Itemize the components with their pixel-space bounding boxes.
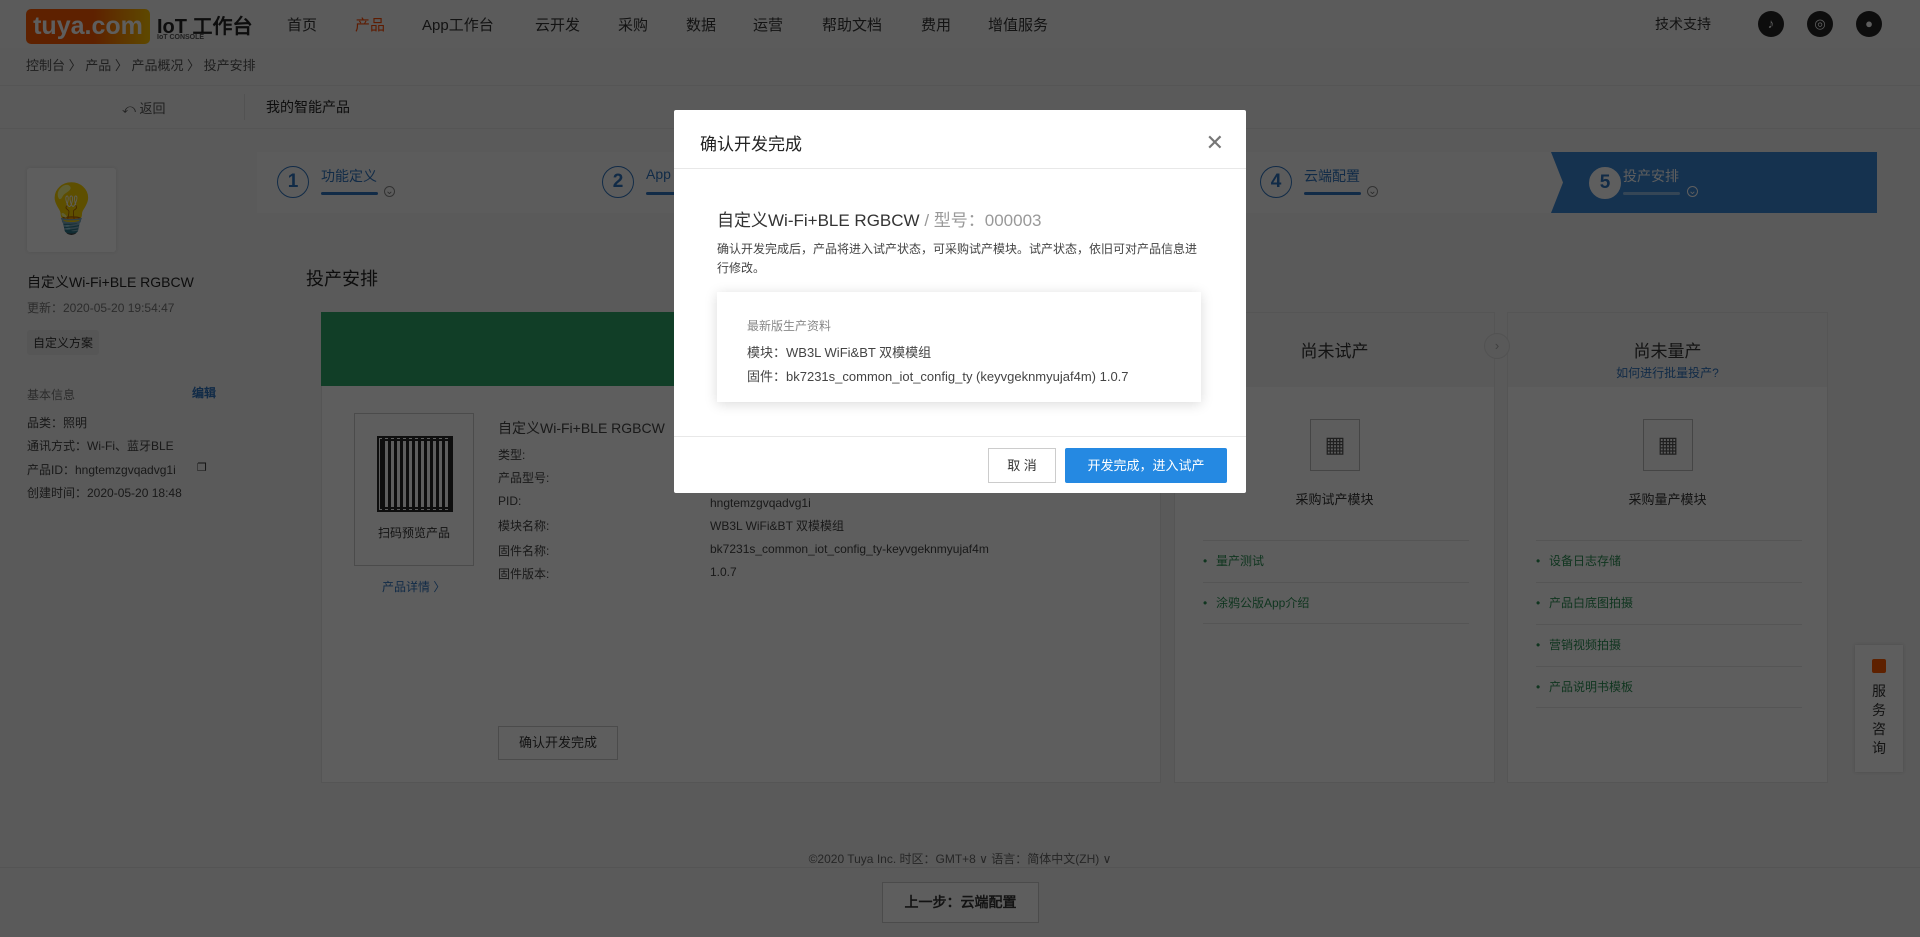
- step-label: 投产安排: [1623, 168, 1679, 184]
- step-number: 4: [1260, 166, 1292, 198]
- info-label: PID:: [498, 494, 522, 508]
- edit-link[interactable]: 编辑: [192, 384, 216, 401]
- product-image-bulb-icon: 💡: [27, 168, 116, 252]
- confirm-dev-complete-button[interactable]: 确认开发完成: [498, 726, 618, 760]
- planet-icon[interactable]: ◎: [1807, 11, 1833, 37]
- updated-time: 更新：2020-05-20 19:54:47: [27, 301, 175, 315]
- card-header: 尚未量产如何进行批量投产?: [1508, 313, 1827, 387]
- nav-fees[interactable]: 费用: [921, 14, 951, 35]
- step-progress: [1304, 192, 1361, 195]
- list-item[interactable]: 产品说明书模板: [1536, 666, 1802, 708]
- mass-production-card: 尚未量产如何进行批量投产? ▦ 采购量产模块 设备日志存储 产品白底图拍摄 营销…: [1507, 312, 1828, 783]
- qr-preview: 扫码预览产品: [354, 413, 474, 566]
- nav-purchase[interactable]: 采购: [618, 14, 648, 35]
- my-products-title: 我的智能产品: [266, 99, 350, 115]
- list-item[interactable]: 产品白底图拍摄: [1536, 582, 1802, 624]
- step-label: 功能定义: [321, 168, 377, 184]
- info-title: 最新版生产资料: [747, 319, 832, 333]
- step-number: 1: [277, 166, 309, 198]
- step-5-active[interactable]: 5 投产安排 ⌄: [1551, 152, 1877, 213]
- nav-product[interactable]: 产品: [355, 14, 385, 35]
- tuya-logo[interactable]: tuya.com: [26, 9, 150, 44]
- nav-app-workbench[interactable]: App工作台: [422, 14, 494, 35]
- complete-enter-trial-button[interactable]: 开发完成，进入试产: [1065, 448, 1227, 483]
- basic-info-label: 基本信息: [27, 388, 76, 402]
- close-icon[interactable]: ✕: [1206, 130, 1224, 156]
- list-item[interactable]: 营销视频拍摄: [1536, 624, 1802, 666]
- buy-mass-module[interactable]: 采购量产模块: [1508, 489, 1827, 508]
- solution-tag: 自定义方案: [27, 330, 100, 355]
- divider: [244, 94, 245, 120]
- nav-data[interactable]: 数据: [686, 14, 716, 35]
- nav-cloud-dev[interactable]: 云开发: [535, 14, 580, 35]
- confirm-dialog: 确认开发完成 ✕ 自定义Wi-Fi+BLE RGBCW / 型号：000003 …: [674, 110, 1246, 493]
- card-product-name: 自定义Wi-Fi+BLE RGBCW: [498, 420, 665, 436]
- qr-label: 扫码预览产品: [377, 526, 450, 540]
- how-to-mass-produce-link[interactable]: 如何进行批量投产?: [1508, 364, 1827, 381]
- info-value-pid: hngtemzgvqadvg1i: [710, 496, 811, 510]
- module-info: 模块：WB3L WiFi&BT 双模模组: [747, 345, 932, 360]
- step-progress: [321, 192, 378, 195]
- nav-help-docs[interactable]: 帮助文档: [822, 14, 882, 35]
- list-item[interactable]: 设备日志存储: [1536, 540, 1802, 582]
- service-consult-button[interactable]: 服务咨询: [1855, 645, 1903, 772]
- step-number: 5: [1589, 167, 1621, 199]
- footer[interactable]: ©2020 Tuya Inc. 时区：GMT+8 ∨ 语言：简体中文(ZH) ∨: [0, 850, 1920, 867]
- step-progress: [1623, 192, 1680, 195]
- module-chip-icon[interactable]: ▦: [1310, 419, 1360, 471]
- firmware-info: 固件：bk7231s_common_iot_config_ty (keyvgek…: [747, 369, 1129, 384]
- card-title: 尚未试产: [1300, 342, 1369, 361]
- category: 品类：照明: [27, 416, 88, 430]
- product-name: 自定义Wi-Fi+BLE RGBCW: [27, 274, 194, 290]
- dialog-title: 确认开发完成: [700, 135, 802, 154]
- brand-subtitle: IoT CONSOLE: [157, 34, 205, 41]
- chevron-down-icon[interactable]: ⌄: [1367, 186, 1378, 197]
- product-id: 产品ID：hngtemzgvqadvg1i: [27, 463, 176, 477]
- step-label: App: [646, 166, 671, 182]
- product-name: 自定义Wi-Fi+BLE RGBCW: [717, 211, 920, 230]
- chevron-right-icon: ›: [1484, 333, 1510, 359]
- prev-step-button[interactable]: 上一步：云端配置: [882, 882, 1039, 923]
- info-label: 固件版本:: [498, 567, 550, 581]
- back-button[interactable]: ⤺ 返回: [122, 98, 166, 117]
- cancel-button[interactable]: 取 消: [988, 448, 1056, 483]
- product-detail-link[interactable]: 产品详情 〉: [382, 578, 445, 595]
- chevron-down-icon[interactable]: ⌄: [384, 186, 395, 197]
- nav-home[interactable]: 首页: [287, 14, 317, 35]
- list-item[interactable]: 量产测试: [1203, 540, 1469, 582]
- created-time: 创建时间：2020-05-20 18:48: [27, 486, 182, 500]
- model-number: / 型号：000003: [919, 211, 1042, 230]
- production-info-card: 最新版生产资料 模块：WB3L WiFi&BT 双模模组 固件：bk7231s_…: [717, 292, 1201, 402]
- nav-value-added[interactable]: 增值服务: [988, 14, 1048, 35]
- card-title: 尚未量产: [1633, 342, 1702, 361]
- service-label: 服务咨询: [1872, 683, 1886, 756]
- copy-icon[interactable]: ❐: [197, 461, 207, 474]
- info-value-version: 1.0.7: [710, 565, 737, 579]
- info-label: 类型:: [498, 448, 526, 462]
- dialog-product-name: 自定义Wi-Fi+BLE RGBCW / 型号：000003: [717, 206, 1042, 231]
- list-item[interactable]: 涂鸦公版App介绍: [1203, 582, 1469, 624]
- info-value-module: WB3L WiFi&BT 双模模组: [710, 519, 845, 533]
- user-avatar-icon[interactable]: ●: [1856, 11, 1882, 37]
- qr-code-icon: [377, 436, 453, 512]
- chevron-down-icon[interactable]: ⌄: [1687, 186, 1698, 197]
- step-number: 2: [602, 166, 634, 198]
- breadcrumb[interactable]: 控制台 〉 产品 〉 产品概况 〉 投产安排: [26, 55, 256, 74]
- communication: 通讯方式：Wi-Fi、蓝牙BLE: [27, 439, 174, 453]
- nav-operation[interactable]: 运营: [753, 14, 783, 35]
- module-chip-icon[interactable]: ▦: [1643, 419, 1693, 471]
- chat-icon: [1872, 659, 1886, 673]
- page-title: 投产安排: [306, 269, 378, 289]
- info-label: 固件名称:: [498, 544, 550, 558]
- bell-icon[interactable]: ♪: [1758, 11, 1784, 37]
- dialog-footer-divider: [674, 436, 1246, 437]
- step-label: 云端配置: [1304, 168, 1360, 184]
- info-label: 产品型号:: [498, 471, 550, 485]
- tech-support-link[interactable]: 技术支持: [1655, 14, 1711, 34]
- info-label: 模块名称:: [498, 519, 550, 533]
- info-value-firmware: bk7231s_common_iot_config_ty-keyvgeknmyu…: [710, 542, 989, 556]
- dialog-description: 确认开发完成后，产品将进入试产状态，可采购试产模块。试产状态，依旧可对产品信息进…: [717, 242, 1198, 275]
